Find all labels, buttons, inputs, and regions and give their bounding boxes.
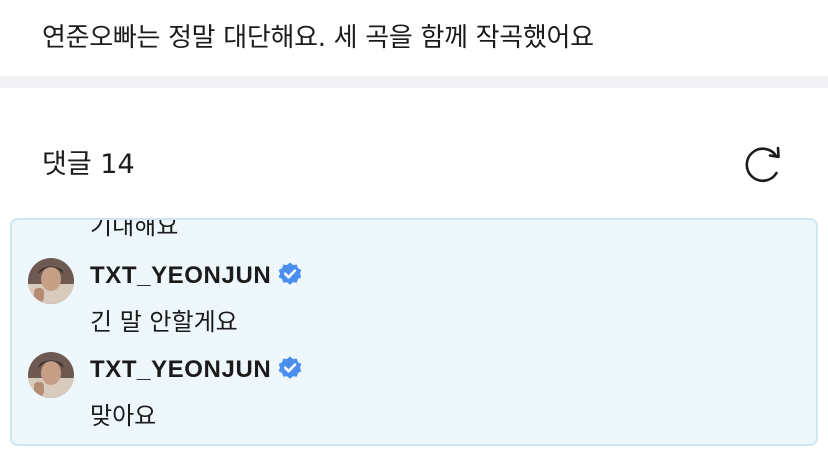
author-name: TXT_YEONJUN [90,356,272,383]
refresh-icon [745,146,780,183]
section-divider [0,76,828,88]
avatar[interactable] [28,258,74,304]
comment-author[interactable]: TXT_YEONJUN [90,354,303,386]
verified-badge-icon [279,262,302,285]
comments-count-header: 댓글 14 [42,149,135,180]
verified-badge-icon [279,356,302,379]
avatar[interactable] [28,352,74,398]
refresh-button[interactable] [738,144,784,186]
comment-text-partial: 기대해요 [90,218,179,240]
comment-text: 긴 말 안할게요 [90,308,238,336]
author-name: TXT_YEONJUN [90,262,272,289]
comment-author[interactable]: TXT_YEONJUN [90,260,303,292]
comment-text: 맞아요 [90,402,157,430]
post-text: 연준오빠는 정말 대단해요. 세 곡을 함께 작곡했어요 [42,23,594,53]
comment-thread: 기대해요 TXT_YEONJUN 긴 말 안할게요 TXT_YEONJUN 맞아… [10,218,818,446]
